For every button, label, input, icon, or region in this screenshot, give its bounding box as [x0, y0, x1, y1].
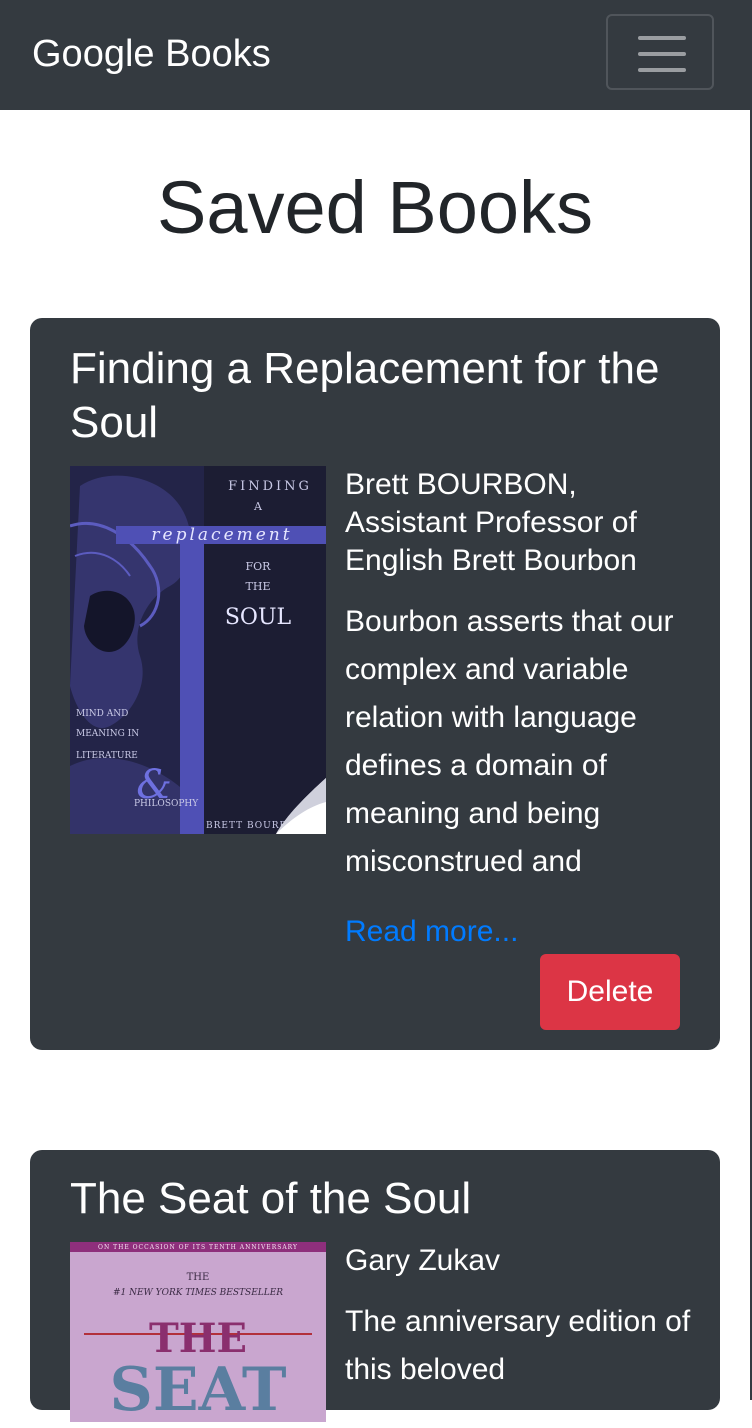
book-authors: Gary Zukav — [345, 1244, 501, 1277]
read-more-link[interactable]: Read more... — [345, 912, 518, 952]
cover-text-a: A — [253, 500, 263, 513]
cover-text-replacement: replacement — [151, 525, 292, 545]
cover-text-bestseller: #1 NEW YORK TIMES BESTSELLER — [113, 1288, 283, 1298]
cover-text-soul: SOUL — [225, 605, 292, 630]
cover-text-literature: LITERATURE — [76, 751, 138, 761]
cover-text-finding: FINDING — [228, 479, 312, 494]
book-card: Finding a Replacement for the Soul FINDI… — [30, 318, 720, 1050]
book-title: The Seat of the Soul — [70, 1174, 472, 1223]
cover-text-for: FOR — [246, 560, 272, 573]
navbar-brand[interactable]: Google Books — [32, 28, 271, 80]
cover-text-the-small: THE — [187, 1272, 210, 1283]
book-description: The anniversary edition of this beloved — [345, 1305, 691, 1386]
cover-text-mind-and: MIND AND — [76, 709, 128, 719]
navbar-toggler-button[interactable] — [606, 14, 714, 90]
page-title: Saved Books — [156, 166, 594, 249]
book-cover-image: FINDING A replacement FOR THE SOUL MIND … — [70, 466, 326, 834]
book-cover-image: ON THE OCCASION OF ITS TENTH ANNIVERSARY… — [70, 1242, 326, 1422]
delete-button[interactable]: Delete — [540, 954, 680, 1030]
cover-text-seat: SEAT — [110, 1355, 287, 1422]
cover-text-author: BRETT BOURB — [206, 821, 287, 831]
navbar: Google Books — [0, 0, 750, 110]
book-description: Bourbon asserts that our complex and var… — [345, 605, 674, 878]
book-authors: Brett BOURBON, Assistant Professor of En… — [345, 468, 637, 577]
book-title: Finding a Replacement for the Soul — [70, 344, 660, 447]
book-card: The Seat of the Soul ON THE OCCASION OF … — [30, 1150, 720, 1422]
cover-text-philosophy: PHILOSOPHY — [134, 799, 199, 809]
cover-text-banner: ON THE OCCASION OF ITS TENTH ANNIVERSARY — [98, 1244, 298, 1251]
cover-text-the: THE — [246, 580, 271, 593]
cover-text-meaning-in: MEANING IN — [76, 729, 139, 739]
